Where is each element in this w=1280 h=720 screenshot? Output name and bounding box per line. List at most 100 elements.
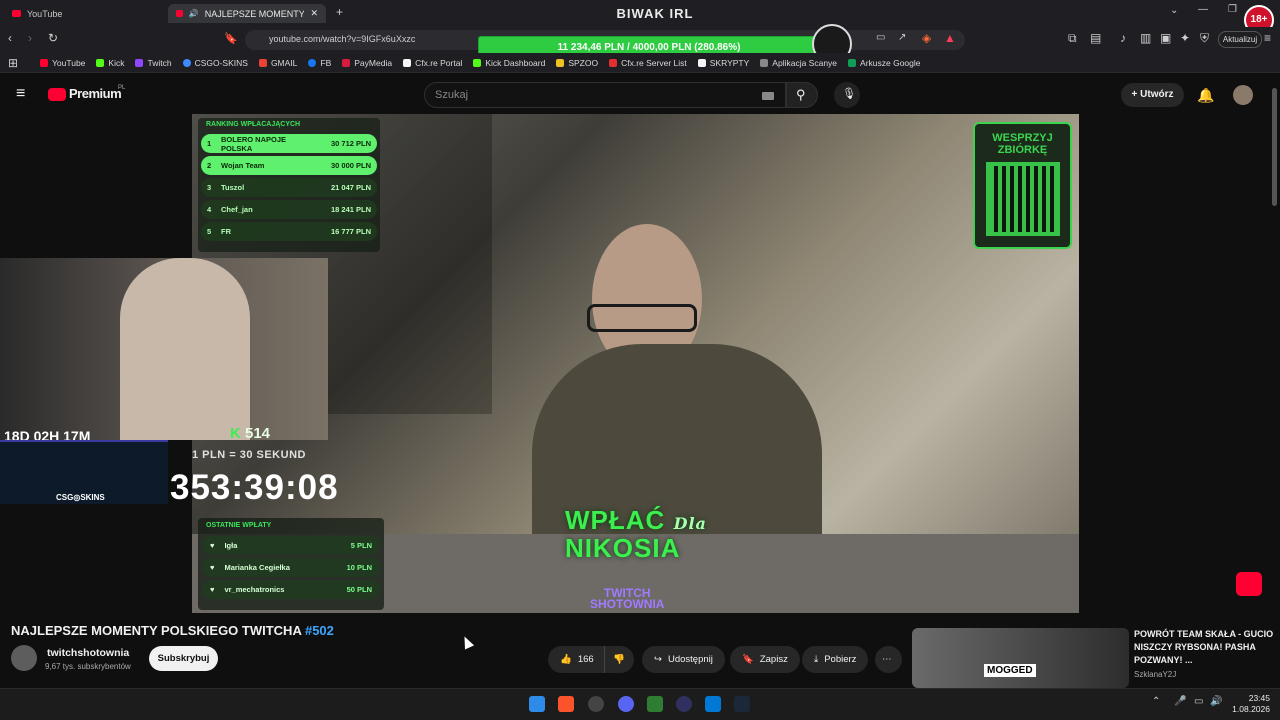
ranking-row: 1 BOLERO NAPOJE POLSKA 30 712 PLN — [201, 134, 377, 153]
create-button[interactable]: + Utwórz — [1121, 83, 1184, 107]
sidebar-icon[interactable]: ▤ — [1090, 31, 1101, 45]
scrollbar[interactable] — [1272, 88, 1277, 206]
network-icon[interactable]: ▭ — [1194, 696, 1203, 707]
bookmark-fb[interactable]: FB — [308, 58, 331, 68]
hamburger-menu-icon[interactable]: ≡ — [16, 85, 25, 103]
reload-icon[interactable]: ↻ — [48, 31, 58, 45]
forward-icon[interactable]: › — [28, 31, 32, 45]
back-icon[interactable]: ‹ — [8, 31, 12, 45]
bookmark-icon[interactable]: 🔖 — [224, 32, 238, 45]
app-icon[interactable] — [588, 696, 604, 712]
steam-icon[interactable] — [734, 696, 750, 712]
microphone-tray-icon[interactable]: 🎤 — [1174, 696, 1186, 707]
bookmark-paymedia[interactable]: PayMedia — [342, 58, 392, 68]
gmail-icon — [258, 58, 267, 67]
new-tab-icon[interactable]: + — [336, 5, 343, 19]
download-button[interactable]: ⤓ Pobierz — [802, 646, 869, 673]
volume-icon[interactable]: 🔊 — [1210, 696, 1222, 707]
bookmark-cfx-server-list[interactable]: Cfx.re Server List — [609, 58, 687, 68]
kick-viewer-count: K 514 — [230, 425, 271, 442]
windows-start-icon[interactable] — [529, 696, 545, 712]
twitch-icon — [135, 58, 144, 67]
vpn-icon[interactable]: ⛨ — [1200, 31, 1209, 46]
bookmark-spzoo[interactable]: SPZOO — [556, 58, 598, 68]
share-button[interactable]: ↪ Udostępnij — [642, 646, 725, 673]
bookmark-csgo-skins[interactable]: CSGO-SKINS — [182, 58, 248, 68]
browser-tab-strip: YouTube 🔊 NAJLEPSZE MOMENTY POLSK ✕ + BI… — [0, 0, 1280, 35]
menu-icon[interactable]: ≡ — [1264, 31, 1271, 45]
kick-icon — [473, 58, 482, 67]
donation-row: ♥ Marianka Cegiełka 10 PLN — [202, 558, 380, 577]
avatar[interactable] — [1233, 85, 1253, 105]
csgo-skins-label: CSG◎SKINS — [56, 493, 105, 502]
bookmark-kick-dashboard[interactable]: Kick Dashboard — [473, 58, 545, 68]
more-actions-button[interactable]: ⋯ — [875, 646, 902, 673]
cast-icon[interactable]: ▭ — [876, 32, 885, 43]
thumbs-down-icon: 👎 — [613, 654, 625, 665]
notifications-bell-icon[interactable]: 🔔 — [1197, 87, 1214, 104]
keyboard-icon[interactable] — [762, 92, 774, 100]
system-clock[interactable]: 23:45 1.08.2026 — [1226, 693, 1270, 715]
bookmark-skrypty[interactable]: SKRYPTY — [697, 58, 749, 68]
update-button[interactable]: Aktualizuj — [1218, 31, 1262, 48]
ai-icon[interactable]: ✦ — [1180, 31, 1190, 45]
search-input[interactable]: Szukaj — [424, 82, 786, 108]
voice-search-button[interactable]: 🎙 — [834, 82, 860, 108]
youtube-logo-icon[interactable] — [48, 88, 66, 101]
brave-browser-icon[interactable] — [558, 696, 574, 712]
tab-label: YouTube — [27, 8, 63, 19]
windows-taskbar — [0, 688, 1280, 720]
ranking-row: 5 FR 16 777 PLN — [201, 222, 377, 241]
search-button[interactable]: ⚲ — [786, 82, 818, 108]
region-code: PL — [118, 85, 126, 91]
close-tab-icon[interactable]: ✕ — [310, 8, 318, 19]
tray-chevron-icon[interactable]: ⌃ — [1152, 696, 1160, 707]
share-icon[interactable]: ↗ — [898, 32, 906, 43]
brave-shield-icon[interactable]: ◈ — [922, 31, 931, 45]
bookmark-youtube[interactable]: YouTube — [40, 58, 85, 68]
search-icon: ⚲ — [796, 87, 806, 102]
subscribe-button[interactable]: Subskrybuj — [149, 646, 218, 671]
apps-grid-icon[interactable]: ⊞ — [8, 56, 18, 70]
dislike-button[interactable]: 👎 — [604, 646, 634, 673]
microphone-icon: 🎙 — [842, 88, 856, 100]
kick-icon: K — [230, 425, 245, 442]
bookmark-cfx-portal[interactable]: Cfx.re Portal — [403, 58, 462, 68]
ranking-row: 3 Tuszol 21 047 PLN — [201, 178, 377, 197]
excel-icon[interactable] — [647, 696, 663, 712]
hashtag-link[interactable]: #502 — [305, 623, 334, 638]
recommended-video-title[interactable]: POWRÓT TEAM SKAŁA - GUCIO NISZCZY RYBSON… — [1134, 628, 1274, 667]
vscode-icon[interactable] — [705, 696, 721, 712]
streamer — [120, 258, 250, 440]
paymedia-icon — [342, 58, 351, 67]
channel-avatar[interactable] — [11, 645, 37, 671]
recommended-video-thumbnail[interactable] — [912, 628, 1129, 688]
rewards-icon[interactable]: ▲ — [944, 31, 956, 45]
bookmark-google-sheets[interactable]: Arkusze Google — [848, 58, 921, 68]
obs-icon[interactable] — [676, 696, 692, 712]
bookmark-kick[interactable]: Kick — [96, 58, 124, 68]
music-icon[interactable]: ♪ — [1120, 31, 1126, 45]
wallet-icon[interactable]: ▣ — [1160, 31, 1171, 45]
share-arrow-icon: ↪ — [654, 654, 662, 665]
extensions-icon[interactable]: ⧉ — [1068, 31, 1077, 46]
bookmark-gmail[interactable]: GMAIL — [258, 58, 297, 68]
tab-video[interactable]: 🔊 NAJLEPSZE MOMENTY POLSK ✕ — [168, 4, 326, 23]
ranking-title: RANKING WPŁACAJĄCYCH — [206, 121, 301, 128]
url-text: youtube.com/watch?v=9IGFx6uXxzc — [269, 34, 416, 44]
bookmark-scanye[interactable]: Aplikacja Scanye — [760, 58, 837, 68]
save-button[interactable]: 🔖 Zapisz — [730, 646, 800, 673]
minimize-icon[interactable]: — — [1198, 4, 1208, 15]
discord-icon[interactable] — [618, 696, 634, 712]
search-placeholder: Szukaj — [435, 89, 469, 101]
chevron-down-icon[interactable]: ⌄ — [1170, 5, 1178, 16]
bookmark-twitch[interactable]: Twitch — [135, 58, 172, 68]
maximize-icon[interactable]: ❐ — [1228, 4, 1237, 15]
channel-name[interactable]: twitchshotownia — [47, 647, 129, 659]
qr-code-icon — [985, 162, 1060, 236]
recommended-video-channel[interactable]: SzklanaY2J — [1134, 670, 1176, 679]
youtube-premium-logo[interactable]: Premium — [69, 86, 122, 101]
tab-youtube[interactable]: YouTube — [4, 4, 164, 23]
youtube-icon — [40, 58, 48, 67]
panel-icon[interactable]: ▥ — [1140, 31, 1151, 45]
